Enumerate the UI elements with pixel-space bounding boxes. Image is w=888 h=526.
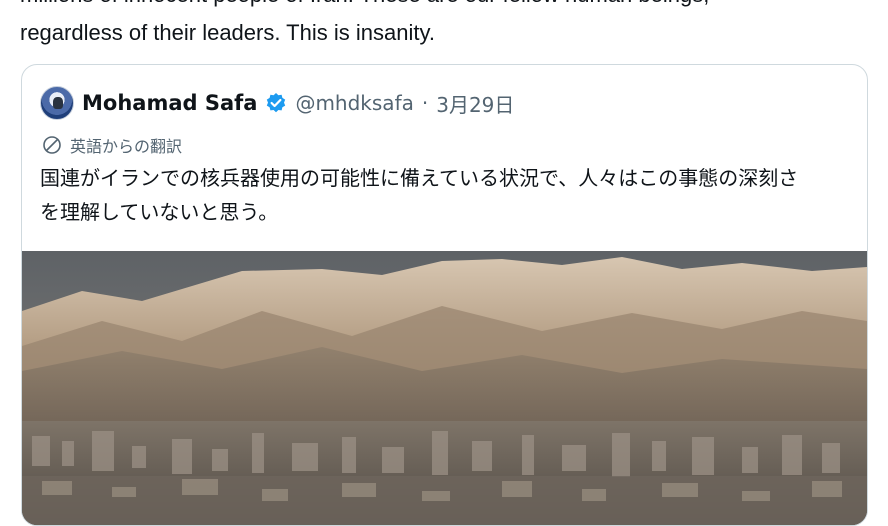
quoted-post-image[interactable] [22, 251, 867, 525]
quoted-text-line-2: を理解していないと思う。 [40, 200, 279, 224]
translation-label: 英語からの翻訳 [70, 137, 183, 156]
quoted-post-card[interactable]: Mohamad Safa @mhdksafa · 3月29日 英語からの翻訳 国… [21, 64, 868, 526]
quoted-text-line-1: 国連がイランでの核兵器使用の可能性に備えている状況で、人々はこの事態の深刻さ [40, 166, 799, 190]
city-mountains-photo [22, 251, 867, 525]
avatar[interactable] [40, 86, 74, 120]
header-separator: · [421, 91, 429, 115]
author-handle[interactable]: @mhdksafa [295, 91, 413, 115]
quoted-post-header: Mohamad Safa @mhdksafa · 3月29日 [40, 85, 514, 121]
post-text-line-1: millions of innocent people of Iran. The… [20, 0, 880, 14]
post-date[interactable]: 3月29日 [436, 89, 514, 118]
translation-indicator[interactable]: 英語からの翻訳 [42, 133, 182, 157]
post-text-line-2: regardless of their leaders. This is ins… [20, 20, 435, 45]
author-name[interactable]: Mohamad Safa [82, 91, 257, 115]
post-text: millions of innocent people of Iran. The… [20, 0, 880, 52]
quoted-post-text: 国連がイランでの核兵器使用の可能性に備えている状況で、人々はこの事態の深刻さ を… [40, 161, 840, 229]
translate-globe-icon [42, 135, 62, 155]
verified-badge-icon [265, 92, 287, 114]
